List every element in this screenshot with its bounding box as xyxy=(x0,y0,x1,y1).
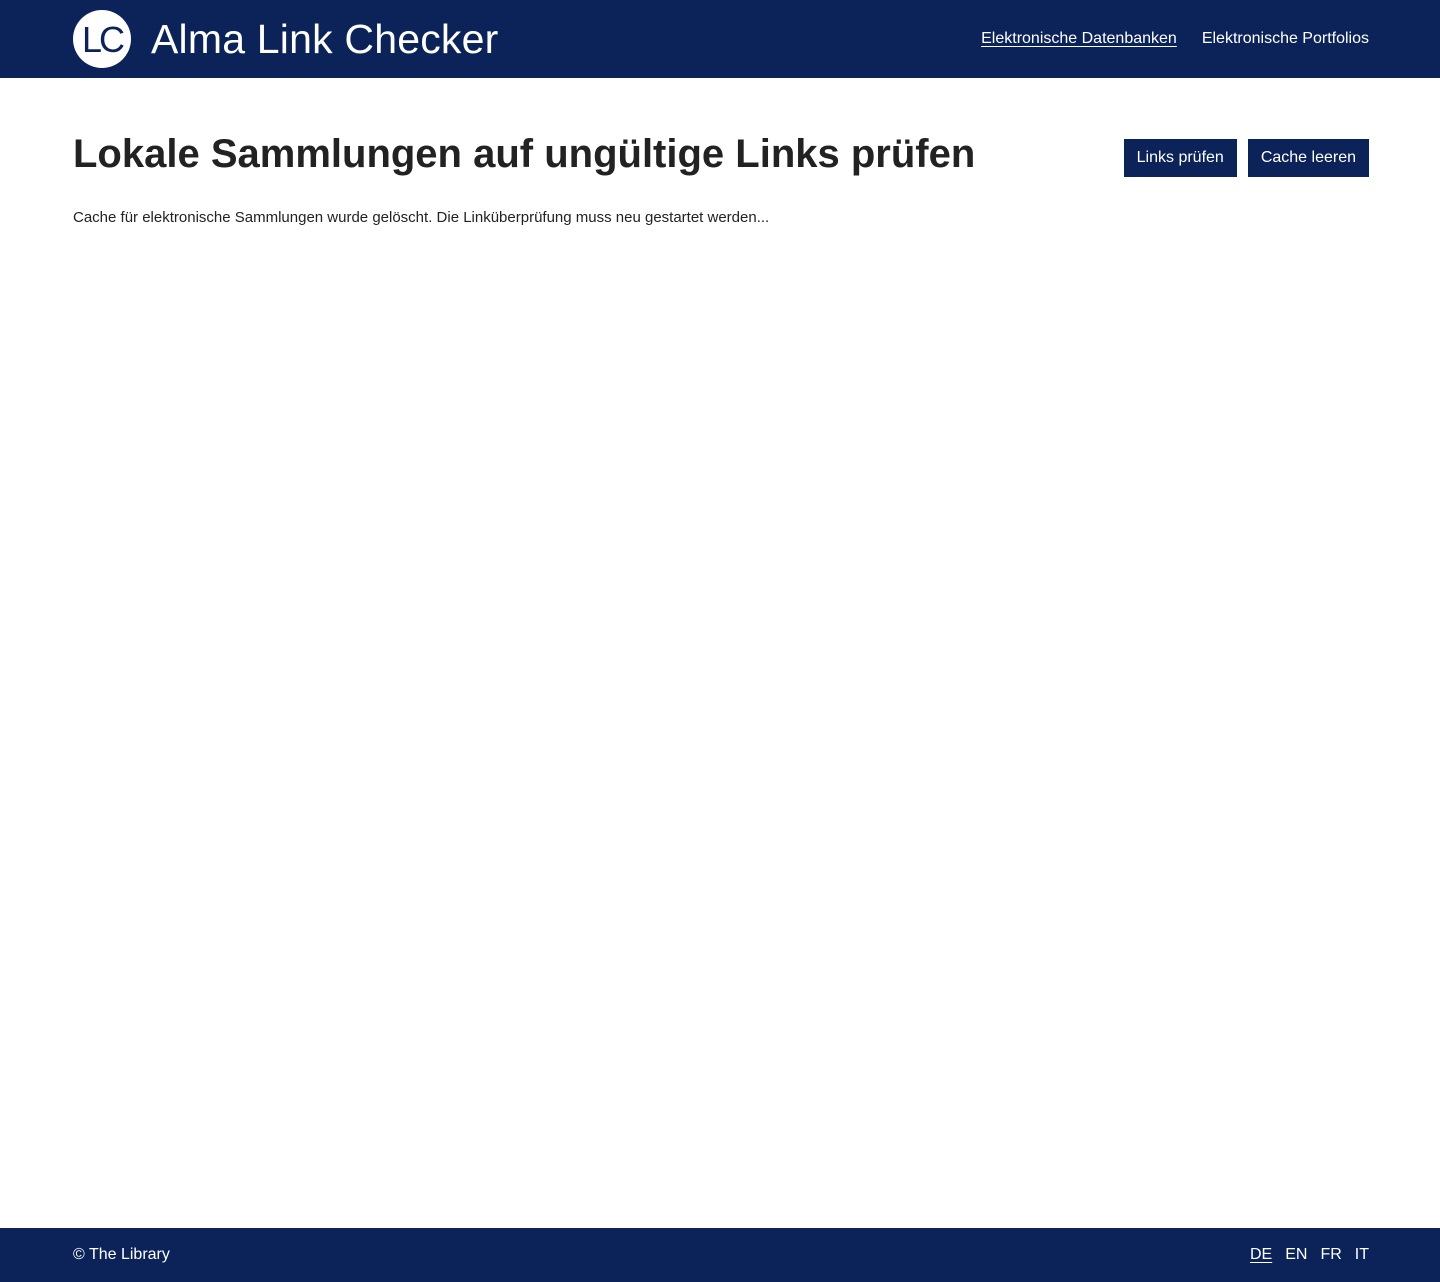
language-link-it[interactable]: IT xyxy=(1355,1245,1369,1265)
copyright-text: © The Library xyxy=(73,1246,170,1263)
nav-link-electronic-databases[interactable]: Elektronische Datenbanken xyxy=(981,29,1177,49)
top-navbar: LC Alma Link Checker Elektronische Daten… xyxy=(0,0,1440,78)
clear-cache-button[interactable]: Cache leeren xyxy=(1247,139,1369,177)
svg-text:LC: LC xyxy=(82,19,124,60)
language-link-en[interactable]: EN xyxy=(1285,1245,1307,1265)
app-title: Alma Link Checker xyxy=(151,15,499,62)
footer: © The Library DE EN FR IT xyxy=(0,1228,1440,1282)
main-nav: Elektronische Datenbanken Elektronische … xyxy=(981,29,1369,49)
action-buttons: Links prüfen Cache leeren xyxy=(1123,139,1369,177)
language-switcher: DE EN FR IT xyxy=(1250,1245,1369,1265)
lc-logo-icon: LC xyxy=(73,10,131,68)
page-title: Lokale Sammlungen auf ungültige Links pr… xyxy=(73,132,976,176)
language-link-fr[interactable]: FR xyxy=(1320,1245,1341,1265)
language-link-de[interactable]: DE xyxy=(1250,1245,1272,1265)
status-message: Cache für elektronische Sammlungen wurde… xyxy=(73,209,770,226)
brand[interactable]: LC Alma Link Checker xyxy=(73,10,498,68)
page: LC Alma Link Checker Elektronische Daten… xyxy=(0,0,1440,1282)
nav-link-electronic-portfolios[interactable]: Elektronische Portfolios xyxy=(1202,29,1369,49)
check-links-button[interactable]: Links prüfen xyxy=(1123,139,1237,177)
